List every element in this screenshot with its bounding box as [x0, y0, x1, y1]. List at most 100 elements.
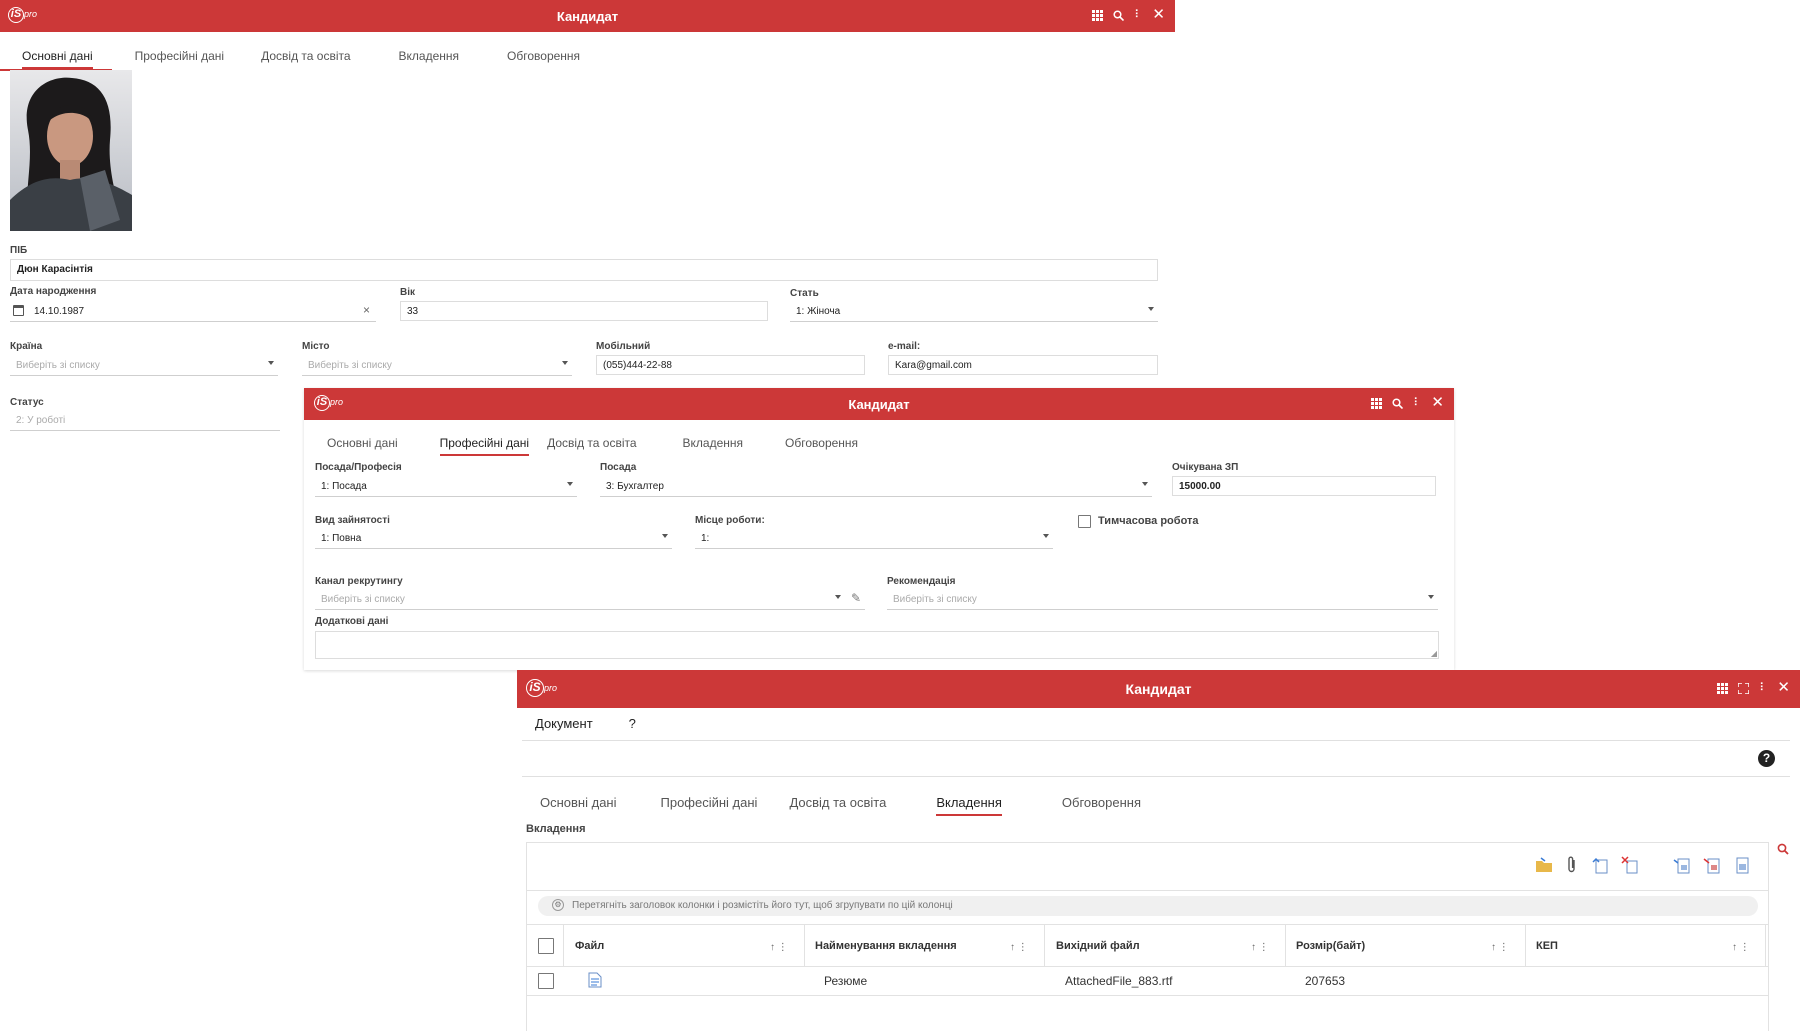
sort-icon[interactable]: ↑ ⋮	[770, 942, 788, 953]
expected-salary-label: Очікувана ЗП	[1172, 462, 1239, 473]
tab-experience-education[interactable]: Досвід та освіта	[261, 49, 350, 63]
grid-icon[interactable]	[1371, 397, 1383, 409]
city-label: Місто	[302, 341, 330, 352]
export-file-icon[interactable]	[1673, 856, 1691, 879]
tab-main-data[interactable]: Основні дані	[22, 49, 93, 69]
city-placeholder: Виберіть зі списку	[308, 360, 392, 371]
tab-attachments[interactable]: Вкладення	[399, 49, 460, 63]
tab-discussion[interactable]: Обговорення	[785, 436, 858, 450]
recruiting-channel-select[interactable]: Виберіть зі списку ✎	[315, 590, 865, 610]
table-row[interactable]: Резюме AttachedFile_883.rtf 207653	[526, 967, 1769, 995]
additional-data-textarea[interactable]: ◢	[315, 631, 1439, 659]
column-header-size[interactable]: Розмір(байт)	[1296, 940, 1365, 952]
chevron-down-icon	[268, 361, 274, 365]
tab-professional-data[interactable]: Професійні дані	[439, 436, 530, 456]
add-file-icon[interactable]	[1591, 856, 1609, 879]
sort-icon[interactable]: ↑ ⋮	[1732, 942, 1750, 953]
open-folder-icon[interactable]	[1535, 856, 1553, 879]
tab-discussion[interactable]: Обговорення	[1062, 795, 1141, 810]
file-info-icon[interactable]	[1733, 856, 1751, 879]
tab-experience-education[interactable]: Досвід та освіта	[547, 436, 636, 450]
grid-icon[interactable]	[1092, 9, 1104, 21]
tab-bar: Основні дані Професійні дані Досвід та о…	[327, 436, 858, 456]
email-field[interactable]: Kara@gmail.com	[888, 355, 1158, 375]
sort-icon[interactable]: ↑ ⋮	[1491, 942, 1509, 953]
maximize-icon[interactable]	[1738, 682, 1750, 694]
rtf-file-icon[interactable]	[588, 972, 602, 993]
additional-data-label: Додаткові дані	[315, 616, 389, 627]
chevron-down-icon	[562, 361, 568, 365]
country-placeholder: Виберіть зі списку	[16, 360, 100, 371]
email-label: e-mail:	[888, 341, 921, 352]
city-select[interactable]: Виберіть зі списку	[302, 356, 572, 376]
search-icon[interactable]	[1777, 842, 1789, 860]
sort-icon[interactable]: ↑ ⋮	[1010, 942, 1028, 953]
menu-help[interactable]: ?	[629, 716, 636, 731]
source-file-cell: AttachedFile_883.rtf	[1065, 974, 1173, 988]
mobile-field[interactable]: (055)444-22-88	[596, 355, 865, 375]
search-icon[interactable]	[1113, 9, 1125, 21]
workplace-label: Місце роботи:	[695, 515, 765, 526]
chevron-down-icon	[567, 482, 573, 486]
calendar-icon[interactable]	[13, 305, 24, 316]
country-label: Країна	[10, 341, 43, 352]
chevron-down-icon	[1043, 534, 1049, 538]
close-icon[interactable]: ✕	[1777, 680, 1790, 695]
tab-main-data[interactable]: Основні дані	[327, 436, 398, 450]
employment-type-value: 1: Повна	[321, 533, 362, 544]
column-header-source-file[interactable]: Вихідний файл	[1056, 940, 1140, 952]
tab-experience-education[interactable]: Досвід та освіта	[789, 795, 886, 810]
close-icon[interactable]: ✕	[1152, 7, 1165, 22]
delete-file-icon[interactable]	[1621, 856, 1639, 879]
group-by-drop-area[interactable]: ⚙ Перетягніть заголовок колонки і розміс…	[538, 896, 1758, 916]
tab-professional-data[interactable]: Професійні дані	[661, 795, 758, 810]
workplace-select[interactable]: 1:	[695, 529, 1053, 549]
tab-main-data[interactable]: Основні дані	[540, 795, 617, 810]
tab-attachments[interactable]: Вкладення	[936, 795, 1002, 816]
sign-file-icon[interactable]	[1703, 856, 1721, 879]
search-icon[interactable]	[1392, 397, 1404, 409]
titlebar: iS pro Кандидат ⠇ ✕	[517, 670, 1800, 708]
tab-professional-data[interactable]: Професійні дані	[135, 49, 224, 63]
age-field[interactable]: 33	[400, 301, 768, 321]
paperclip-icon[interactable]	[1565, 856, 1579, 879]
country-select[interactable]: Виберіть зі списку	[10, 356, 278, 376]
candidate-photo[interactable]	[10, 70, 132, 231]
gender-select[interactable]: 1: Жіноча	[790, 302, 1158, 322]
grid-icon[interactable]	[1717, 682, 1729, 694]
sort-icon[interactable]: ↑ ⋮	[1251, 942, 1269, 953]
birth-date-field[interactable]: 14.10.1987 ×	[10, 302, 376, 322]
more-vertical-icon[interactable]: ⠇	[1759, 682, 1767, 694]
resize-handle-icon[interactable]: ◢	[1431, 649, 1437, 658]
select-all-checkbox[interactable]	[538, 938, 554, 954]
employment-type-select[interactable]: 1: Повна	[315, 529, 672, 549]
recommendation-select[interactable]: Виберіть зі списку	[887, 590, 1438, 610]
window-title: Кандидат	[848, 397, 910, 412]
tab-discussion[interactable]: Обговорення	[507, 49, 580, 63]
menu-document[interactable]: Документ	[535, 716, 593, 731]
chevron-down-icon	[835, 595, 841, 599]
recommendation-placeholder: Виберіть зі списку	[893, 594, 977, 605]
more-vertical-icon[interactable]: ⠇	[1134, 9, 1142, 21]
column-header-file[interactable]: Файл	[575, 940, 604, 952]
temporary-work-checkbox[interactable]	[1078, 515, 1091, 528]
position-profession-select[interactable]: 1: Посада	[315, 477, 577, 497]
pencil-icon[interactable]: ✎	[851, 591, 861, 605]
titlebar: iS pro Кандидат ⠇ ✕	[304, 388, 1454, 420]
status-field[interactable]: 2: У роботі	[10, 411, 280, 431]
clear-icon[interactable]: ×	[363, 303, 370, 317]
position-select[interactable]: 3: Бухгалтер	[600, 477, 1152, 497]
tab-attachments[interactable]: Вкладення	[683, 436, 744, 450]
column-header-signature[interactable]: КЕП	[1536, 940, 1558, 952]
row-checkbox[interactable]	[538, 973, 554, 989]
expected-salary-field[interactable]: 15000.00	[1172, 476, 1436, 496]
more-vertical-icon[interactable]: ⠇	[1413, 397, 1421, 409]
help-icon[interactable]: ?	[1758, 750, 1775, 767]
pib-field[interactable]: Дюн Карасінтія	[10, 259, 1158, 281]
temporary-work-label[interactable]: Тимчасова робота	[1098, 515, 1199, 527]
column-header-attachment-name[interactable]: Найменування вкладення	[815, 940, 957, 952]
gender-label: Стать	[790, 288, 819, 299]
attachment-name-cell: Резюме	[824, 974, 868, 988]
tab-bar: Основні дані Професійні дані Досвід та о…	[22, 49, 580, 69]
close-icon[interactable]: ✕	[1431, 395, 1444, 410]
